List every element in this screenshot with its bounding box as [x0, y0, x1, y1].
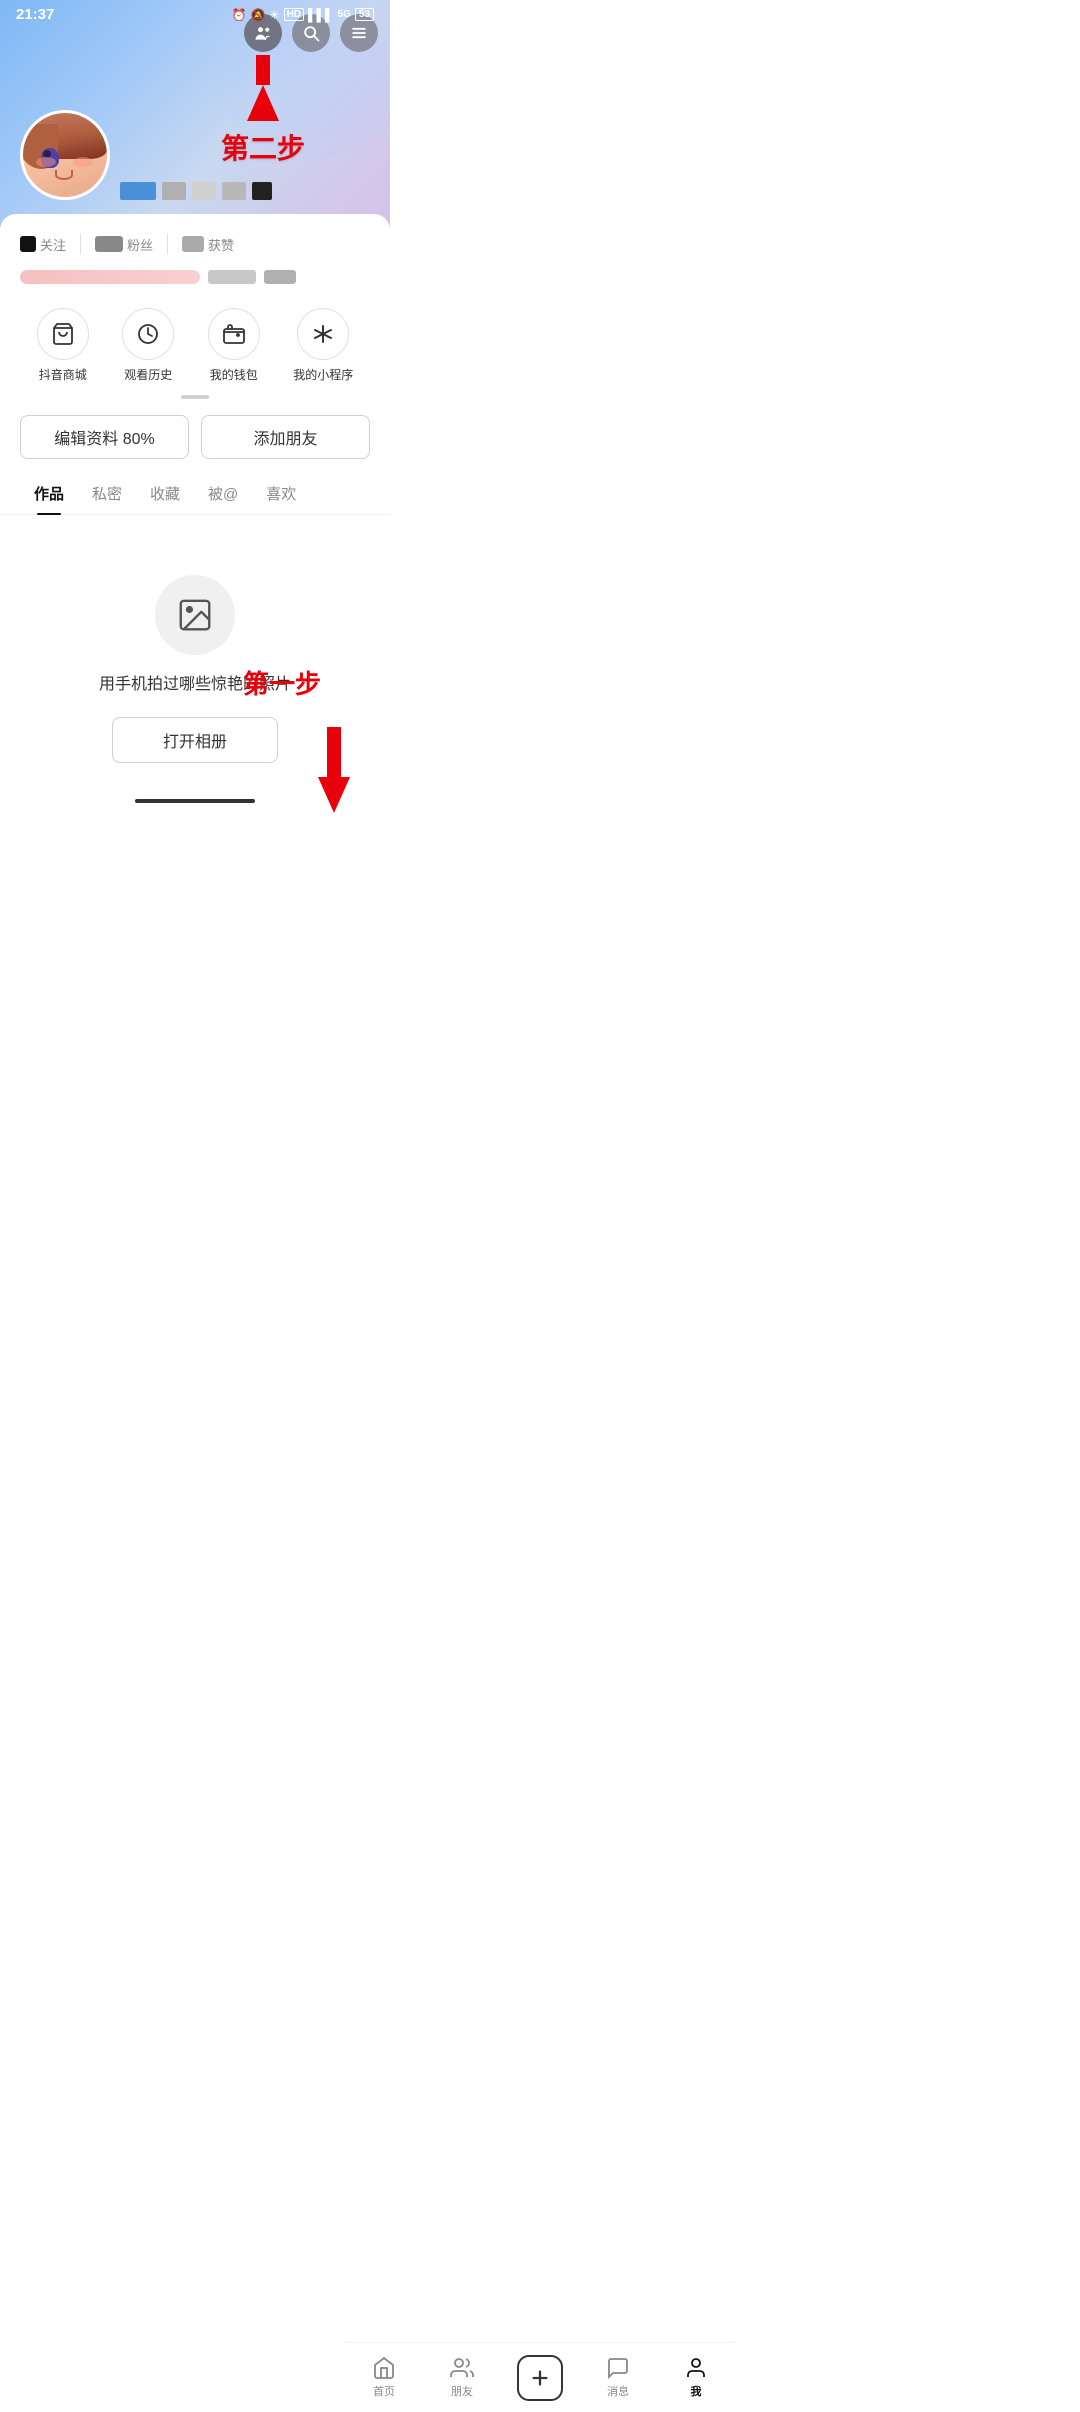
action-buttons: 编辑资料 80% 添加朋友: [20, 409, 370, 473]
scroll-indicator: [181, 395, 209, 399]
tab-works[interactable]: 作品: [20, 473, 78, 514]
avatar-image: [23, 113, 107, 197]
nav-messages-label: 消息: [607, 2383, 629, 2399]
bio-gray-1: [208, 270, 256, 284]
empty-text: 用手机拍过哪些惊艳的照片 第一步: [99, 673, 291, 697]
nav-me[interactable]: 我: [666, 2356, 726, 2399]
stat-followers-count: [95, 236, 123, 252]
empty-icon-wrap: [155, 575, 235, 655]
stat-sep-2: [167, 234, 168, 254]
bio-bar: [20, 270, 370, 284]
profile-name-area: [120, 182, 272, 200]
empty-content: 用手机拍过哪些惊艳的照片 第一步 打开相册: [20, 515, 370, 793]
nav-home[interactable]: 首页: [354, 2356, 414, 2399]
clock-icon: [136, 322, 160, 346]
tab-private[interactable]: 私密: [78, 473, 136, 514]
miniapp-label: 我的小程序: [293, 366, 353, 383]
stat-following-label: 关注: [40, 235, 66, 254]
name-block-2: [162, 182, 186, 200]
profile-banner: 21:37 ⏰ 🔕 ✳ HD ▌▌▌ 5G 53: [0, 0, 390, 230]
plus-button-wrap[interactable]: [517, 2355, 563, 2401]
step2-annotation: 第二步: [221, 55, 305, 167]
name-block-4: [222, 182, 246, 200]
nav-plus[interactable]: [510, 2355, 570, 2401]
home-icon: [372, 2356, 396, 2380]
add-friends-button[interactable]: 添加朋友: [201, 415, 370, 459]
nav-friends-label: 朋友: [451, 2383, 473, 2399]
quick-action-miniapp[interactable]: 我的小程序: [293, 308, 353, 383]
nav-messages[interactable]: 消息: [588, 2356, 648, 2399]
bottom-nav: 首页 朋友 消息: [345, 2342, 735, 2412]
tab-liked[interactable]: 喜欢: [252, 473, 310, 514]
asterisk-icon: [311, 322, 335, 346]
stat-likes-count: [182, 236, 204, 252]
bio-pink: [20, 270, 200, 284]
tab-favorites[interactable]: 收藏: [136, 473, 194, 514]
shop-label: 抖音商城: [39, 366, 87, 383]
signal-icon: ▌▌▌: [308, 8, 334, 22]
red-arrow-down: [318, 727, 350, 813]
stat-sep-1: [80, 234, 81, 254]
miniapp-icon-wrap: [297, 308, 349, 360]
edit-profile-button[interactable]: 编辑资料 80%: [20, 415, 189, 459]
bluetooth-icon: ✳: [270, 8, 280, 22]
nav-home-label: 首页: [373, 2383, 395, 2399]
stat-following-count: [20, 236, 36, 252]
tab-mentioned[interactable]: 被@: [194, 473, 252, 514]
history-icon-wrap: [122, 308, 174, 360]
status-time: 21:37: [16, 6, 54, 23]
photo-icon: [176, 596, 214, 634]
bio-gray-2: [264, 270, 296, 284]
name-block-1: [120, 182, 156, 200]
stat-likes-label: 获赞: [208, 235, 234, 254]
alarm-icon: ⏰: [232, 8, 247, 22]
wallet-label: 我的钱包: [210, 366, 258, 383]
name-block-5: [252, 182, 272, 200]
battery-icon: 53: [355, 8, 374, 21]
stat-followers-label: 粉丝: [127, 235, 153, 254]
mute-icon: 🔕: [251, 8, 266, 22]
quick-action-wallet[interactable]: 我的钱包: [208, 308, 260, 383]
cart-icon: [51, 322, 75, 346]
status-icons: ⏰ 🔕 ✳ HD ▌▌▌ 5G 53: [232, 8, 374, 22]
users-icon: [450, 2356, 474, 2380]
nav-friends[interactable]: 朋友: [432, 2356, 492, 2399]
quick-action-history[interactable]: 观看历史: [122, 308, 174, 383]
history-label: 观看历史: [124, 366, 172, 383]
stat-likes: 获赞: [182, 235, 234, 254]
step1-annotation: 第一步: [243, 665, 321, 704]
bio-section: [20, 266, 370, 294]
stats-row: 关注 粉丝 获赞: [20, 230, 370, 266]
stat-following: 关注: [20, 235, 66, 254]
status-bar: 21:37 ⏰ 🔕 ✳ HD ▌▌▌ 5G 53: [0, 0, 390, 27]
wallet-icon-wrap: [208, 308, 260, 360]
hd-icon: HD: [284, 8, 304, 21]
profile-avatar-wrap: [20, 110, 110, 200]
profile-card: 关注 粉丝 获赞: [0, 214, 390, 793]
wallet-icon: [222, 322, 246, 346]
home-indicator: [135, 799, 255, 803]
quick-action-shop[interactable]: 抖音商城: [37, 308, 89, 383]
nav-me-label: 我: [691, 2383, 702, 2399]
5g-icon: 5G: [338, 9, 351, 20]
name-block-3: [192, 182, 216, 200]
profile-tabs: 作品 私密 收藏 被@ 喜欢: [0, 473, 390, 515]
profile-avatar[interactable]: [20, 110, 110, 200]
open-album-button[interactable]: 打开相册: [112, 717, 278, 763]
quick-actions: 抖音商城 观看历史: [20, 294, 370, 391]
plus-icon: [529, 2367, 551, 2389]
person-icon: [684, 2356, 708, 2380]
shop-icon-wrap: [37, 308, 89, 360]
stat-followers: 粉丝: [95, 235, 153, 254]
message-icon: [606, 2356, 630, 2380]
